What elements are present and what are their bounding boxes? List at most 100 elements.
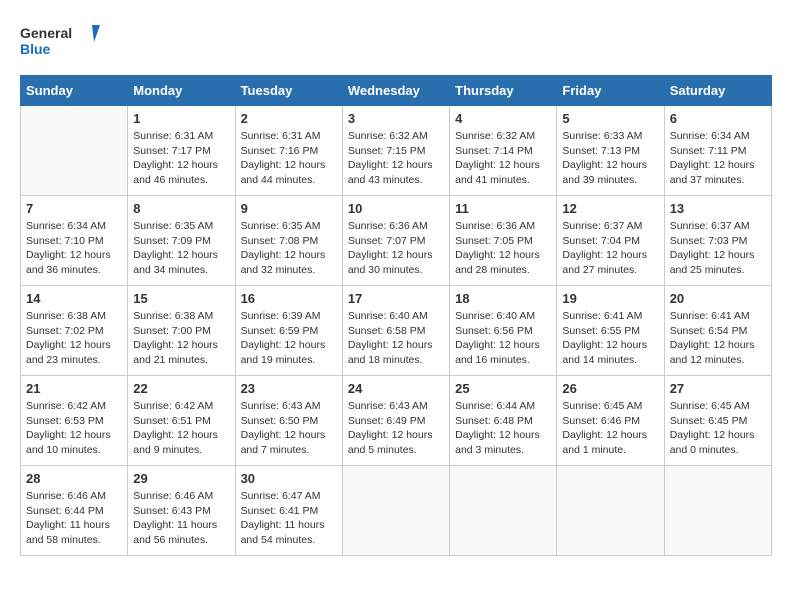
- day-number: 14: [26, 291, 122, 306]
- day-number: 24: [348, 381, 444, 396]
- day-number: 3: [348, 111, 444, 126]
- day-header-thursday: Thursday: [450, 76, 557, 106]
- day-number: 6: [670, 111, 766, 126]
- day-number: 27: [670, 381, 766, 396]
- calendar-cell: 22 Sunrise: 6:42 AMSunset: 6:51 PMDayligh…: [128, 376, 235, 466]
- calendar-cell: 26 Sunrise: 6:45 AMSunset: 6:46 PMDayligh…: [557, 376, 664, 466]
- calendar-cell: 14Sunrise: 6:38 AMSunset: 7:02 PMDayligh…: [21, 286, 128, 376]
- day-number: 18: [455, 291, 551, 306]
- calendar-week-row: 28 Sunrise: 6:46 AMSunset: 6:44 PMDayligh…: [21, 466, 772, 556]
- day-detail: Sunrise: 6:32 AMSunset: 7:15 PMDaylight:…: [348, 129, 444, 188]
- day-number: 29: [133, 471, 229, 486]
- calendar-cell: 13 Sunrise: 6:37 AMSunset: 7:03 PMDayligh…: [664, 196, 771, 286]
- day-detail: Sunrise: 6:34 AMSunset: 7:10 PMDaylight:…: [26, 219, 122, 278]
- day-number: 13: [670, 201, 766, 216]
- day-detail: Sunrise: 6:39 AMSunset: 6:59 PMDaylight:…: [241, 309, 337, 368]
- calendar-week-row: 21 Sunrise: 6:42 AMSunset: 6:53 PMDayligh…: [21, 376, 772, 466]
- day-number: 22: [133, 381, 229, 396]
- day-number: 2: [241, 111, 337, 126]
- calendar-cell: [21, 106, 128, 196]
- day-number: 17: [348, 291, 444, 306]
- calendar-header-row: SundayMondayTuesdayWednesdayThursdayFrid…: [21, 76, 772, 106]
- day-number: 8: [133, 201, 229, 216]
- day-number: 30: [241, 471, 337, 486]
- day-header-saturday: Saturday: [664, 76, 771, 106]
- calendar-body: 1 Sunrise: 6:31 AMSunset: 7:17 PMDaylight…: [21, 106, 772, 556]
- calendar-cell: 2 Sunrise: 6:31 AMSunset: 7:16 PMDaylight…: [235, 106, 342, 196]
- day-number: 9: [241, 201, 337, 216]
- day-header-tuesday: Tuesday: [235, 76, 342, 106]
- day-detail: Sunrise: 6:47 AMSunset: 6:41 PMDaylight:…: [241, 489, 337, 548]
- day-detail: Sunrise: 6:31 AMSunset: 7:17 PMDaylight:…: [133, 129, 229, 188]
- calendar-cell: 7 Sunrise: 6:34 AMSunset: 7:10 PMDaylight…: [21, 196, 128, 286]
- day-number: 28: [26, 471, 122, 486]
- calendar-cell: 1 Sunrise: 6:31 AMSunset: 7:17 PMDaylight…: [128, 106, 235, 196]
- day-detail: Sunrise: 6:42 AMSunset: 6:53 PMDaylight:…: [26, 399, 122, 458]
- calendar-cell: 19 Sunrise: 6:41 AMSunset: 6:55 PMDayligh…: [557, 286, 664, 376]
- calendar-week-row: 14Sunrise: 6:38 AMSunset: 7:02 PMDayligh…: [21, 286, 772, 376]
- calendar-cell: 17 Sunrise: 6:40 AMSunset: 6:58 PMDayligh…: [342, 286, 449, 376]
- day-detail: Sunrise: 6:38 AMSunset: 7:00 PMDaylight:…: [133, 309, 229, 368]
- calendar-cell: 29 Sunrise: 6:46 AMSunset: 6:43 PMDayligh…: [128, 466, 235, 556]
- day-detail: Sunrise: 6:36 AMSunset: 7:07 PMDaylight:…: [348, 219, 444, 278]
- day-detail: Sunrise: 6:46 AMSunset: 6:44 PMDaylight:…: [26, 489, 122, 548]
- day-detail: Sunrise: 6:41 AMSunset: 6:55 PMDaylight:…: [562, 309, 658, 368]
- day-detail: Sunrise: 6:40 AMSunset: 6:56 PMDaylight:…: [455, 309, 551, 368]
- day-detail: Sunrise: 6:46 AMSunset: 6:43 PMDaylight:…: [133, 489, 229, 548]
- day-number: 10: [348, 201, 444, 216]
- day-header-monday: Monday: [128, 76, 235, 106]
- day-detail: Sunrise: 6:45 AMSunset: 6:46 PMDaylight:…: [562, 399, 658, 458]
- calendar-cell: 10 Sunrise: 6:36 AMSunset: 7:07 PMDayligh…: [342, 196, 449, 286]
- calendar-cell: 28 Sunrise: 6:46 AMSunset: 6:44 PMDayligh…: [21, 466, 128, 556]
- day-header-friday: Friday: [557, 76, 664, 106]
- svg-text:Blue: Blue: [20, 41, 51, 57]
- day-detail: Sunrise: 6:45 AMSunset: 6:45 PMDaylight:…: [670, 399, 766, 458]
- day-number: 7: [26, 201, 122, 216]
- day-detail: Sunrise: 6:32 AMSunset: 7:14 PMDaylight:…: [455, 129, 551, 188]
- calendar-week-row: 1 Sunrise: 6:31 AMSunset: 7:17 PMDaylight…: [21, 106, 772, 196]
- day-number: 23: [241, 381, 337, 396]
- calendar-cell: 5Sunrise: 6:33 AMSunset: 7:13 PMDaylight…: [557, 106, 664, 196]
- day-header-wednesday: Wednesday: [342, 76, 449, 106]
- calendar-cell: [342, 466, 449, 556]
- day-number: 26: [562, 381, 658, 396]
- day-detail: Sunrise: 6:37 AMSunset: 7:03 PMDaylight:…: [670, 219, 766, 278]
- calendar-cell: 23Sunrise: 6:43 AMSunset: 6:50 PMDayligh…: [235, 376, 342, 466]
- calendar-cell: 24 Sunrise: 6:43 AMSunset: 6:49 PMDayligh…: [342, 376, 449, 466]
- day-number: 16: [241, 291, 337, 306]
- calendar-cell: 8 Sunrise: 6:35 AMSunset: 7:09 PMDaylight…: [128, 196, 235, 286]
- calendar-week-row: 7 Sunrise: 6:34 AMSunset: 7:10 PMDaylight…: [21, 196, 772, 286]
- day-detail: Sunrise: 6:31 AMSunset: 7:16 PMDaylight:…: [241, 129, 337, 188]
- calendar-cell: 21 Sunrise: 6:42 AMSunset: 6:53 PMDayligh…: [21, 376, 128, 466]
- day-detail: Sunrise: 6:37 AMSunset: 7:04 PMDaylight:…: [562, 219, 658, 278]
- day-number: 20: [670, 291, 766, 306]
- day-number: 4: [455, 111, 551, 126]
- day-detail: Sunrise: 6:35 AMSunset: 7:08 PMDaylight:…: [241, 219, 337, 278]
- calendar-cell: 20 Sunrise: 6:41 AMSunset: 6:54 PMDayligh…: [664, 286, 771, 376]
- logo-svg: General Blue: [20, 20, 100, 65]
- day-detail: Sunrise: 6:42 AMSunset: 6:51 PMDaylight:…: [133, 399, 229, 458]
- day-detail: Sunrise: 6:41 AMSunset: 6:54 PMDaylight:…: [670, 309, 766, 368]
- day-detail: Sunrise: 6:36 AMSunset: 7:05 PMDaylight:…: [455, 219, 551, 278]
- page-header: General Blue: [20, 20, 772, 65]
- calendar-cell: 9 Sunrise: 6:35 AMSunset: 7:08 PMDaylight…: [235, 196, 342, 286]
- day-detail: Sunrise: 6:33 AMSunset: 7:13 PMDaylight:…: [562, 129, 658, 188]
- calendar-cell: 6 Sunrise: 6:34 AMSunset: 7:11 PMDaylight…: [664, 106, 771, 196]
- day-detail: Sunrise: 6:44 AMSunset: 6:48 PMDaylight:…: [455, 399, 551, 458]
- day-number: 15: [133, 291, 229, 306]
- day-number: 12: [562, 201, 658, 216]
- day-number: 1: [133, 111, 229, 126]
- day-detail: Sunrise: 6:40 AMSunset: 6:58 PMDaylight:…: [348, 309, 444, 368]
- day-detail: Sunrise: 6:43 AMSunset: 6:49 PMDaylight:…: [348, 399, 444, 458]
- day-number: 21: [26, 381, 122, 396]
- day-number: 19: [562, 291, 658, 306]
- calendar-cell: 11 Sunrise: 6:36 AMSunset: 7:05 PMDayligh…: [450, 196, 557, 286]
- calendar-table: SundayMondayTuesdayWednesdayThursdayFrid…: [20, 75, 772, 556]
- day-number: 11: [455, 201, 551, 216]
- logo: General Blue: [20, 20, 100, 65]
- calendar-cell: 18 Sunrise: 6:40 AMSunset: 6:56 PMDayligh…: [450, 286, 557, 376]
- day-detail: Sunrise: 6:34 AMSunset: 7:11 PMDaylight:…: [670, 129, 766, 188]
- calendar-cell: 15 Sunrise: 6:38 AMSunset: 7:00 PMDayligh…: [128, 286, 235, 376]
- calendar-cell: 12 Sunrise: 6:37 AMSunset: 7:04 PMDayligh…: [557, 196, 664, 286]
- day-detail: Sunrise: 6:35 AMSunset: 7:09 PMDaylight:…: [133, 219, 229, 278]
